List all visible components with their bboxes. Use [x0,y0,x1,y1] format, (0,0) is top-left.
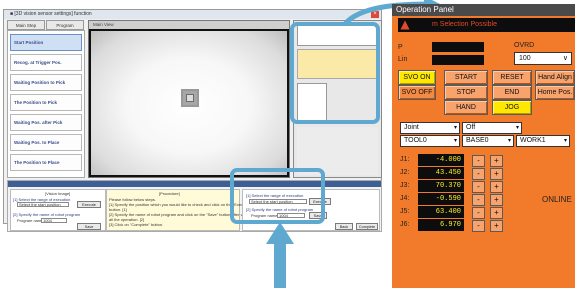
reset-button[interactable]: RESET [492,70,532,85]
j4-minus-button[interactable]: - [472,194,485,206]
j1-plus-button[interactable]: + [490,155,503,167]
joint-value-j4: -0.590 [418,193,464,205]
j5-plus-button[interactable]: + [490,207,503,219]
j1-minus-button[interactable]: - [472,155,485,167]
joint-label-j6: J6: [400,221,410,228]
program-name-display [432,42,484,52]
status-bar: m Selection Possible [398,18,575,32]
step-value: Off [466,124,476,131]
joint-label-j2: J2: [400,169,410,176]
chevron-down-icon: ▾ [453,138,457,144]
joint-value-j1: -4.000 [418,154,464,166]
svo-off-button[interactable]: SVO OFF [398,85,436,100]
svo-on-button[interactable]: SVO ON [398,70,436,85]
label-p: P [398,44,403,51]
joint-value-j3: 70.370 [418,180,464,192]
joint-label-j1: J1: [400,156,410,163]
base-value: BASE0 [466,137,489,144]
j2-plus-button[interactable]: + [490,168,503,180]
chevron-down-icon: ▾ [515,125,519,131]
joint-label-j4: J4: [400,195,410,202]
j4-plus-button[interactable]: + [490,194,503,206]
work-select[interactable]: WORK1 ▾ [516,135,570,147]
jog-mode-value: Joint [404,124,419,131]
step-select[interactable]: Off ▾ [462,122,522,134]
tool-select[interactable]: TOOL0 ▾ [400,135,460,147]
home-pos-button[interactable]: Home Pos. [535,85,575,100]
online-status: ONLINE [542,195,572,204]
chevron-down-icon: ▾ [563,138,567,144]
joint-value-j6: 6.970 [418,219,464,231]
warning-icon [400,20,410,30]
j5-minus-button[interactable]: - [472,207,485,219]
tool-value: TOOL0 [404,137,427,144]
label-lin: Lin [398,56,408,63]
override-select[interactable]: 100 ∨ [514,52,572,65]
j3-minus-button[interactable]: - [472,181,485,193]
chevron-down-icon: ▾ [507,138,511,144]
work-value: WORK1 [520,137,546,144]
j3-plus-button[interactable]: + [490,181,503,193]
operation-panel: Operation Panel m Selection Possible P L… [392,4,575,288]
joint-value-j5: 63.400 [418,206,464,218]
stop-button[interactable]: STOP [444,85,488,100]
base-select[interactable]: BASE0 ▾ [462,135,514,147]
joint-label-j5: J5: [400,208,410,215]
line-number-display [432,55,484,65]
j2-minus-button[interactable]: - [472,168,485,180]
ovrd-label: OVRD [514,42,535,49]
jog-button[interactable]: JOG [492,100,532,115]
joint-value-j2: 43.450 [418,167,464,179]
end-button[interactable]: END [492,85,532,100]
joint-label-j3: J3: [400,182,410,189]
jog-mode-select[interactable]: Joint ▾ [400,122,460,134]
j6-plus-button[interactable]: + [490,220,503,232]
operation-panel-title: Operation Panel [392,4,575,16]
override-value: 100 [519,55,531,62]
hand-align-button[interactable]: Hand Align [535,70,575,85]
j6-minus-button[interactable]: - [472,220,485,232]
hand-button[interactable]: HAND [444,100,488,115]
chevron-down-icon: ▾ [453,125,457,131]
chevron-down-icon: ∨ [562,55,568,62]
start-button[interactable]: START [444,70,488,85]
